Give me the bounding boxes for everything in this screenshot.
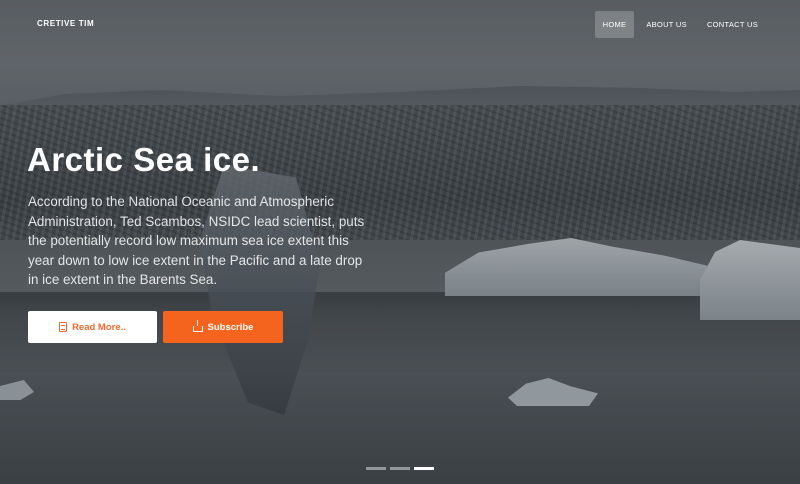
top-nav: HOME ABOUT US CONTACT US [594, 11, 766, 38]
carousel-indicator-2[interactable] [390, 467, 410, 470]
subscribe-button[interactable]: Subscribe [163, 311, 283, 343]
share-icon [192, 319, 203, 332]
read-more-button[interactable]: Read More.. [28, 311, 157, 343]
document-icon [59, 322, 68, 332]
nav-item-home[interactable]: HOME [594, 11, 635, 38]
read-more-label: Read More.. [72, 321, 126, 333]
brand-logo[interactable]: CRETIVE TIM [37, 19, 94, 28]
hero-description: According to the National Oceanic and At… [28, 194, 365, 288]
nav-item-contact-us[interactable]: CONTACT US [699, 11, 766, 38]
carousel-indicators [366, 467, 434, 470]
subscribe-label: Subscribe [207, 321, 254, 333]
nav-item-about-us[interactable]: ABOUT US [638, 11, 695, 38]
hero-title: Arctic Sea ice. [27, 141, 261, 178]
carousel-indicator-1[interactable] [366, 467, 386, 470]
carousel-indicator-3[interactable] [414, 467, 434, 470]
